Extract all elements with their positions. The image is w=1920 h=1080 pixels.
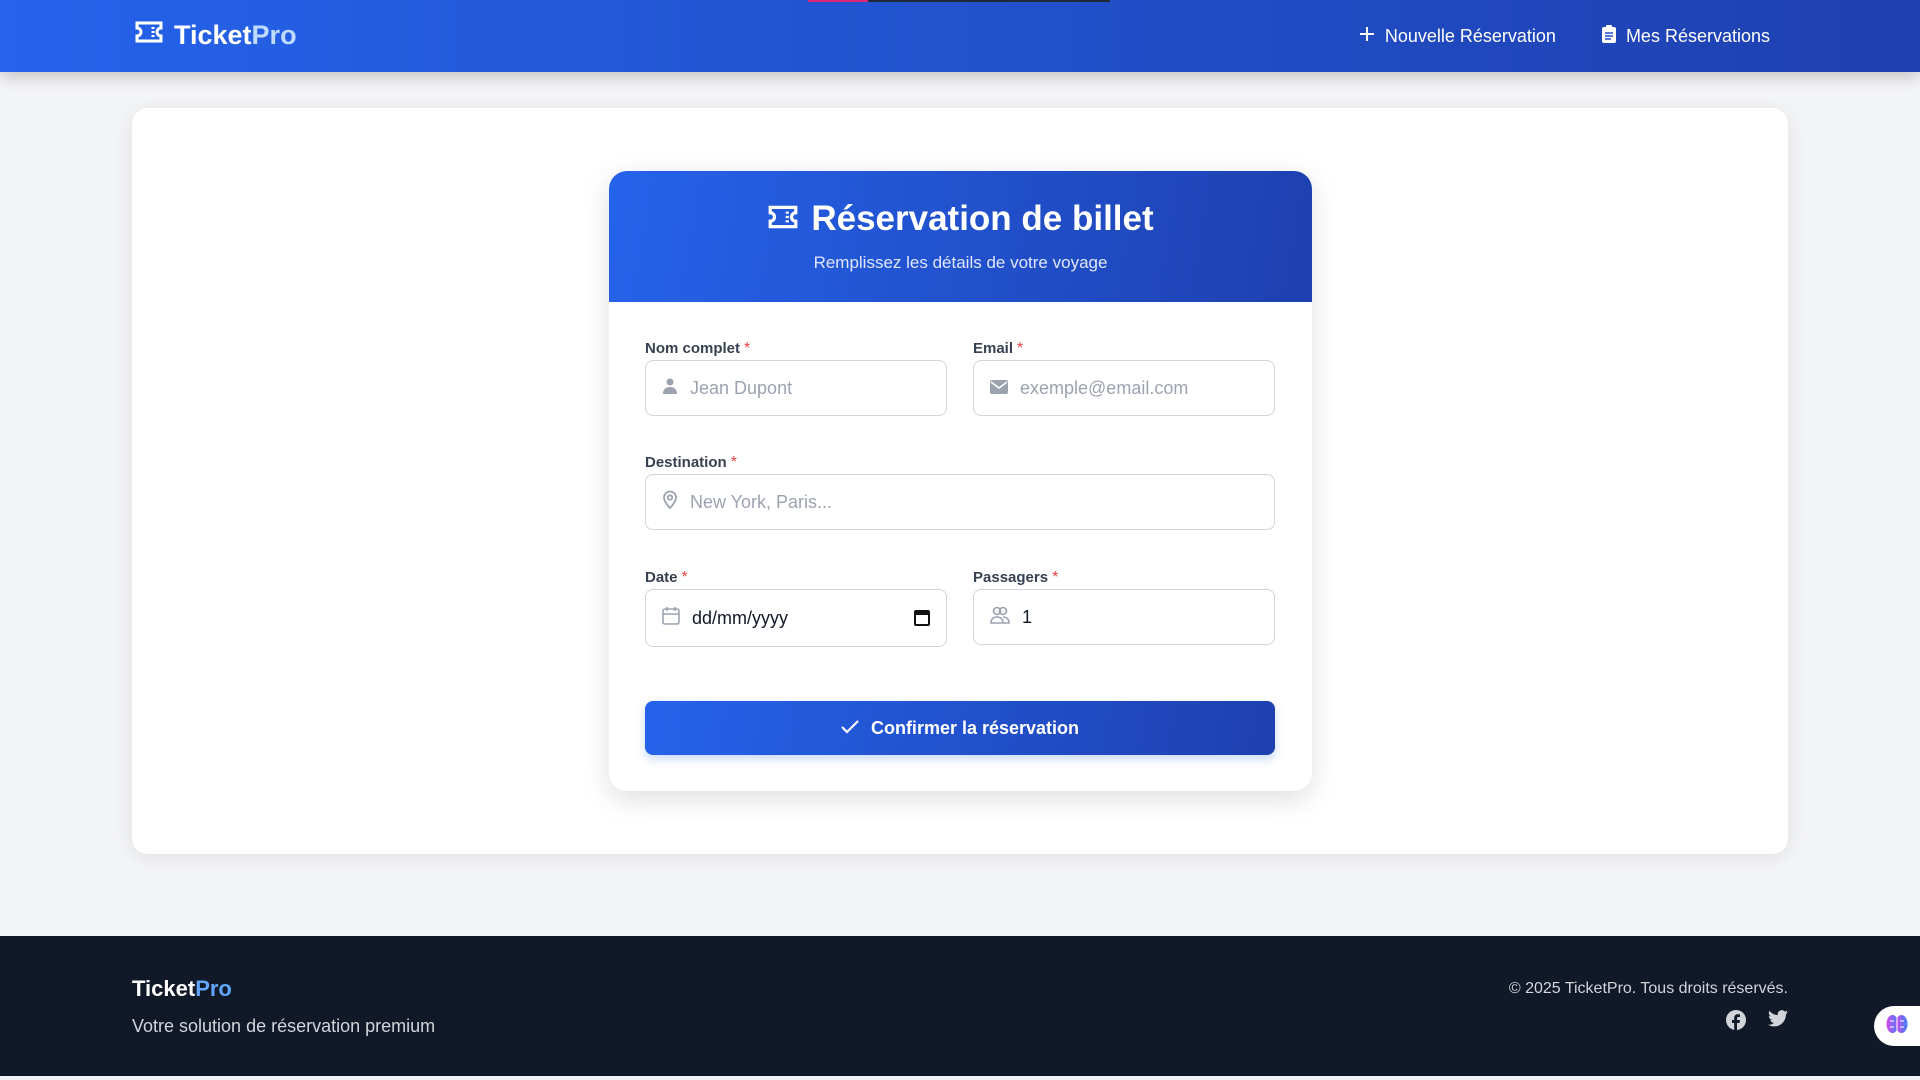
passengers-value: 1 xyxy=(1022,606,1033,627)
destination-placeholder: New York, Paris... xyxy=(690,491,833,512)
required-mark: * xyxy=(730,454,737,471)
plus-icon xyxy=(1359,26,1375,47)
users-icon xyxy=(990,606,1010,629)
logo-accent: Pro xyxy=(251,20,297,50)
confirm-reservation-button[interactable]: Confirmer la réservation xyxy=(645,701,1275,755)
nav-my-reservations[interactable]: Mes Réservations xyxy=(1601,24,1770,48)
ticket-icon xyxy=(767,199,799,239)
reservation-form-card: Réservation de billet Remplissez les dét… xyxy=(609,171,1312,791)
footer-logo-accent: Pro xyxy=(195,976,232,1001)
logo-text: Ticket xyxy=(174,20,252,50)
form-title: Réservation de billet xyxy=(811,199,1154,238)
date-value: dd/mm/yyyy xyxy=(692,607,789,628)
required-mark: * xyxy=(681,569,688,586)
logo[interactable]: TicketPro xyxy=(134,20,297,51)
email-input[interactable]: exemple@email.com xyxy=(973,360,1275,416)
nav-label: Mes Réservations xyxy=(1625,25,1770,46)
required-mark: * xyxy=(1052,569,1059,586)
passengers-input[interactable]: 1 xyxy=(973,589,1275,645)
destination-field: Destination * New York, Paris... xyxy=(645,454,1275,530)
form-header: Réservation de billet Remplissez les dét… xyxy=(609,171,1312,302)
copyright: © 2025 TicketPro. Tous droits réservés. xyxy=(1508,980,1788,997)
required-mark: * xyxy=(1017,340,1024,357)
date-picker-icon[interactable] xyxy=(914,609,930,631)
email-placeholder: exemple@email.com xyxy=(1020,377,1189,398)
footer-logo-text: Ticket xyxy=(132,976,196,1001)
assistant-button[interactable] xyxy=(1874,1006,1920,1046)
user-icon xyxy=(662,378,678,399)
facebook-icon[interactable] xyxy=(1726,1010,1746,1035)
name-placeholder: Jean Dupont xyxy=(690,377,793,398)
name-label: Nom complet xyxy=(645,340,741,357)
name-input[interactable]: Jean Dupont xyxy=(645,360,947,416)
passengers-field: Passagers * 1 xyxy=(973,569,1275,645)
footer-tagline: Votre solution de réservation premium xyxy=(132,1016,436,1036)
main-nav: Nouvelle Réservation Mes Réservations xyxy=(1359,0,1770,72)
footer-logo: TicketPro xyxy=(132,976,232,1002)
destination-input[interactable]: New York, Paris... xyxy=(645,474,1275,530)
clipboard-icon xyxy=(1601,24,1616,48)
destination-label: Destination xyxy=(645,454,727,471)
nav-new-reservation[interactable]: Nouvelle Réservation xyxy=(1359,26,1556,47)
twitter-icon[interactable] xyxy=(1768,1010,1788,1035)
passengers-label: Passagers xyxy=(973,569,1049,586)
map-pin-icon xyxy=(662,490,678,514)
brain-icon xyxy=(1886,1014,1908,1039)
name-field: Nom complet * Jean Dupont xyxy=(645,340,947,416)
calendar-icon xyxy=(662,606,680,630)
email-field: Email * exemple@email.com xyxy=(973,340,1275,416)
date-label: Date xyxy=(645,569,678,586)
ticket-icon xyxy=(134,20,164,51)
top-progress-strip xyxy=(808,0,1110,2)
check-icon xyxy=(841,718,859,739)
form-subtitle: Remplissez les détails de votre voyage xyxy=(813,253,1108,272)
page-bottom xyxy=(0,1076,1920,1080)
social-links xyxy=(1726,1010,1788,1035)
required-mark: * xyxy=(744,340,751,357)
nav-label: Nouvelle Réservation xyxy=(1384,25,1556,46)
email-label: Email xyxy=(973,340,1014,357)
date-input[interactable]: dd/mm/yyyy xyxy=(645,589,947,647)
app-header: TicketPro Nouvelle Réservation Mes Réser… xyxy=(0,0,1920,72)
footer: TicketPro Votre solution de réservation … xyxy=(0,936,1920,1076)
confirm-label: Confirmer la réservation xyxy=(870,717,1080,738)
date-field: Date * dd/mm/yyyy xyxy=(645,569,947,647)
envelope-icon xyxy=(990,378,1008,399)
